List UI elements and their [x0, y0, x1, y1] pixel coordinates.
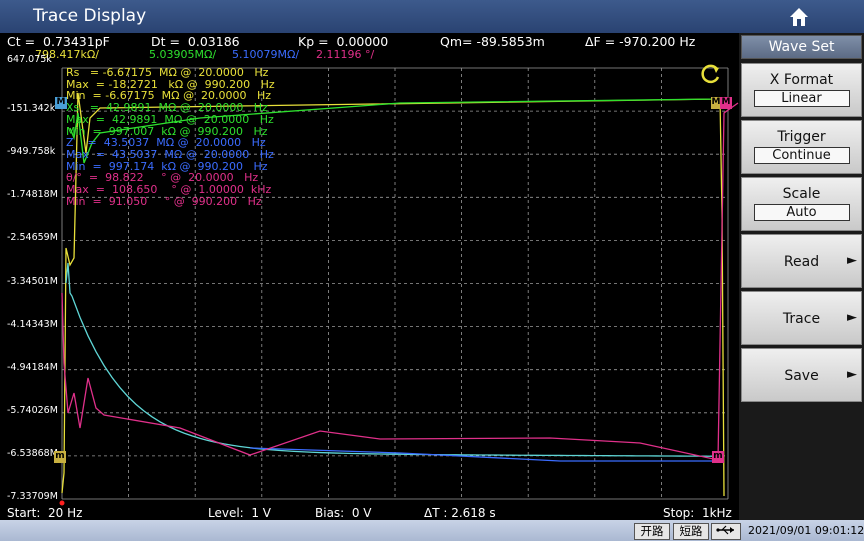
y-axis-label: -949.758k: [7, 146, 56, 158]
x-format-button[interactable]: X Format Linear: [741, 63, 862, 117]
marker-low-right[interactable]: m: [712, 451, 724, 463]
trigger-label: Trigger: [777, 129, 826, 145]
save-arrow-icon: ►: [847, 367, 857, 382]
trace-plot: Ct = 0.73431pF Dt = 0.03186 Kp = 0.00000…: [0, 33, 739, 520]
save-button[interactable]: Save ►: [741, 348, 862, 402]
read-button[interactable]: Read ►: [741, 234, 862, 288]
open-circuit-button[interactable]: 开路: [634, 523, 670, 540]
title-bar: Trace Display: [0, 0, 864, 33]
short-circuit-button[interactable]: 短路: [673, 523, 709, 540]
y-axis-label: -4.94184M: [7, 361, 58, 373]
trigger-button[interactable]: Trigger Continue: [741, 120, 862, 174]
stat-line: Min = 91.050 ° @ 990.200 Hz: [66, 194, 262, 208]
save-label: Save: [784, 368, 819, 384]
usb-icon: [711, 523, 741, 540]
y-axis-label: -1.74818M: [7, 189, 58, 201]
trace-arrow-icon: ►: [847, 310, 857, 325]
wave-set-label: Wave Set: [768, 39, 835, 55]
stop-frequency: Stop: 1kHz: [663, 506, 732, 520]
trigger-value: Continue: [753, 147, 850, 164]
scale-button[interactable]: Scale Auto: [741, 177, 862, 231]
y-axis-label: -151.342k: [7, 103, 56, 115]
x-format-value: Linear: [753, 90, 850, 107]
scale-value: Auto: [753, 204, 850, 221]
x-format-label: X Format: [769, 72, 834, 88]
scale-label: Scale: [782, 186, 821, 202]
delta-t-readout: ΔT : 2.618 s: [424, 506, 496, 520]
clock: 2021/09/01 09:01:12: [748, 524, 864, 537]
y-axis-label: -5.74026M: [7, 404, 58, 416]
start-marker: [59, 500, 65, 506]
read-arrow-icon: ►: [847, 253, 857, 268]
status-bar: 开路 短路 2021/09/01 09:01:12: [0, 520, 864, 541]
y-axis-label: -6.53868M: [7, 447, 58, 459]
y-axis-label: -7.33709M: [7, 491, 58, 502]
level-readout: Level: 1 V: [208, 506, 272, 520]
y-axis-label: -3.34501M: [7, 275, 58, 287]
window-title: Trace Display: [33, 6, 147, 26]
y-axis-label: -2.54659M: [7, 232, 58, 244]
side-menu: Wave Set X Format Linear Trigger Continu…: [739, 33, 864, 520]
read-label: Read: [783, 254, 820, 270]
start-frequency: Start: 20 Hz: [7, 506, 83, 520]
trace-z: [65, 262, 721, 457]
refresh-icon[interactable]: [700, 63, 722, 85]
y-axis-label: 647.075k: [7, 54, 52, 65]
home-icon[interactable]: [787, 5, 811, 29]
marker-right-b[interactable]: M: [720, 97, 732, 109]
wave-set-header: Wave Set: [741, 35, 862, 59]
trace-button[interactable]: Trace ►: [741, 291, 862, 345]
y-axis-label: -4.14343M: [7, 318, 58, 330]
trace-label: Trace: [782, 311, 821, 327]
marker-low-left[interactable]: m: [54, 451, 66, 463]
bias-readout: Bias: 0 V: [315, 506, 372, 520]
